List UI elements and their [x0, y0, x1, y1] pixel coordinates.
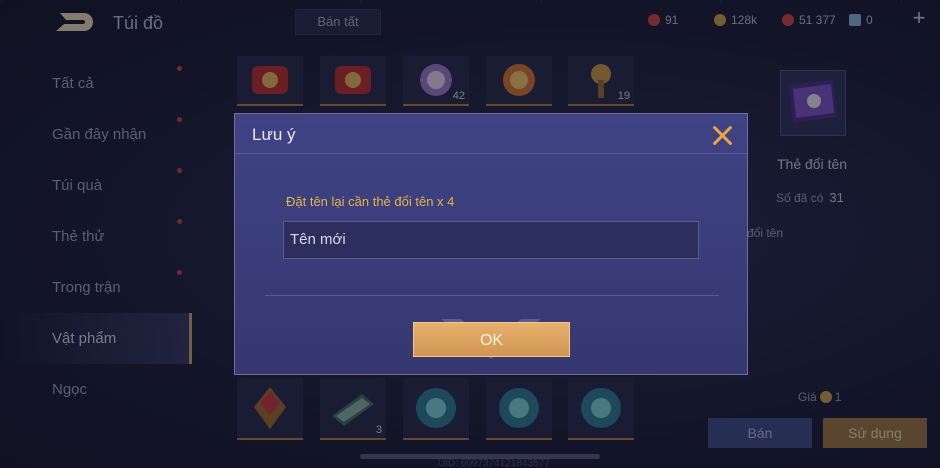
rename-dialog: Lưu ý Đặt tên lại cần thẻ đổi tên x 4 Tê… [234, 113, 748, 375]
new-name-input[interactable]: Tên mới [283, 221, 699, 259]
close-icon[interactable] [711, 124, 733, 146]
dialog-title: Lưu ý [252, 125, 296, 144]
divider [265, 295, 719, 296]
dialog-message: Đặt tên lại cần thẻ đổi tên x 4 [286, 194, 455, 209]
dialog-header: Lưu ý [235, 114, 747, 154]
ok-button[interactable]: OK [413, 322, 570, 357]
